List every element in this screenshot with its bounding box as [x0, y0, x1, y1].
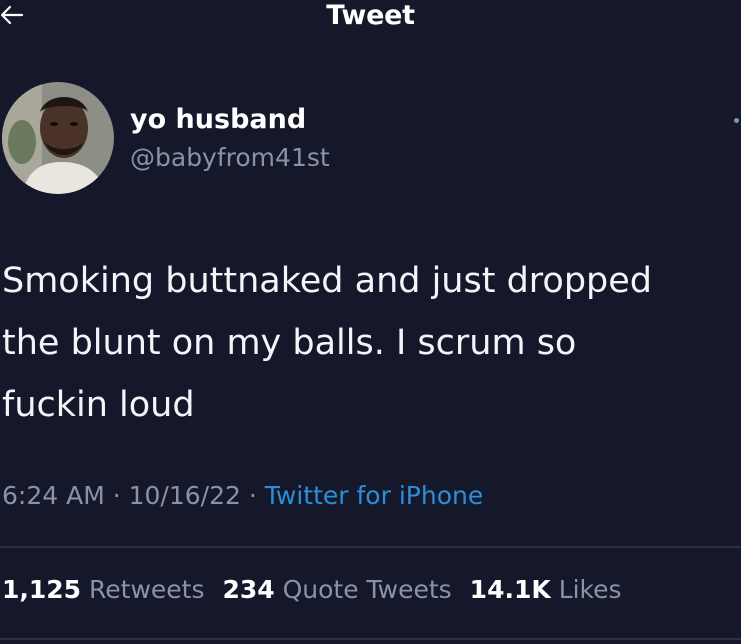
tweet-author: yo husband @babyfrom41st [0, 82, 741, 202]
top-bar: Tweet [0, 0, 741, 36]
tweet-stats: 1,125 Retweets 234 Quote Tweets 14.1K Li… [2, 572, 632, 608]
likes-count: 14.1K [469, 575, 551, 604]
likes-label: Likes [558, 575, 622, 604]
page-title: Tweet [326, 0, 415, 31]
profile-photo [2, 82, 114, 194]
more-options-button[interactable] [727, 112, 741, 132]
retweets-label: Retweets [89, 575, 205, 604]
more-icon [734, 118, 739, 123]
tweet-text: Smoking buttnaked and just dropped the b… [2, 261, 653, 425]
meta-separator: · [248, 481, 257, 510]
likes-stat[interactable]: 14.1K Likes [470, 572, 622, 608]
divider [0, 546, 741, 548]
meta-separator: · [112, 481, 121, 510]
avatar[interactable] [2, 82, 114, 194]
quote-tweets-label: Quote Tweets [282, 575, 452, 604]
tweet-meta: 6:24 AM · 10/16/22 · Twitter for iPhone [2, 478, 483, 514]
quote-tweets-count: 234 [222, 575, 275, 604]
author-display-name[interactable]: yo husband [130, 104, 306, 136]
divider [0, 638, 741, 640]
retweets-stat[interactable]: 1,125 Retweets [2, 572, 205, 608]
tweet-date: 10/16/22 [128, 481, 241, 510]
quote-tweets-stat[interactable]: 234 Quote Tweets [222, 572, 451, 608]
retweets-count: 1,125 [2, 575, 82, 604]
tweet-time: 6:24 AM [2, 481, 105, 510]
author-handle[interactable]: @babyfrom41st [130, 142, 330, 174]
tweet-source-link[interactable]: Twitter for iPhone [265, 481, 483, 510]
